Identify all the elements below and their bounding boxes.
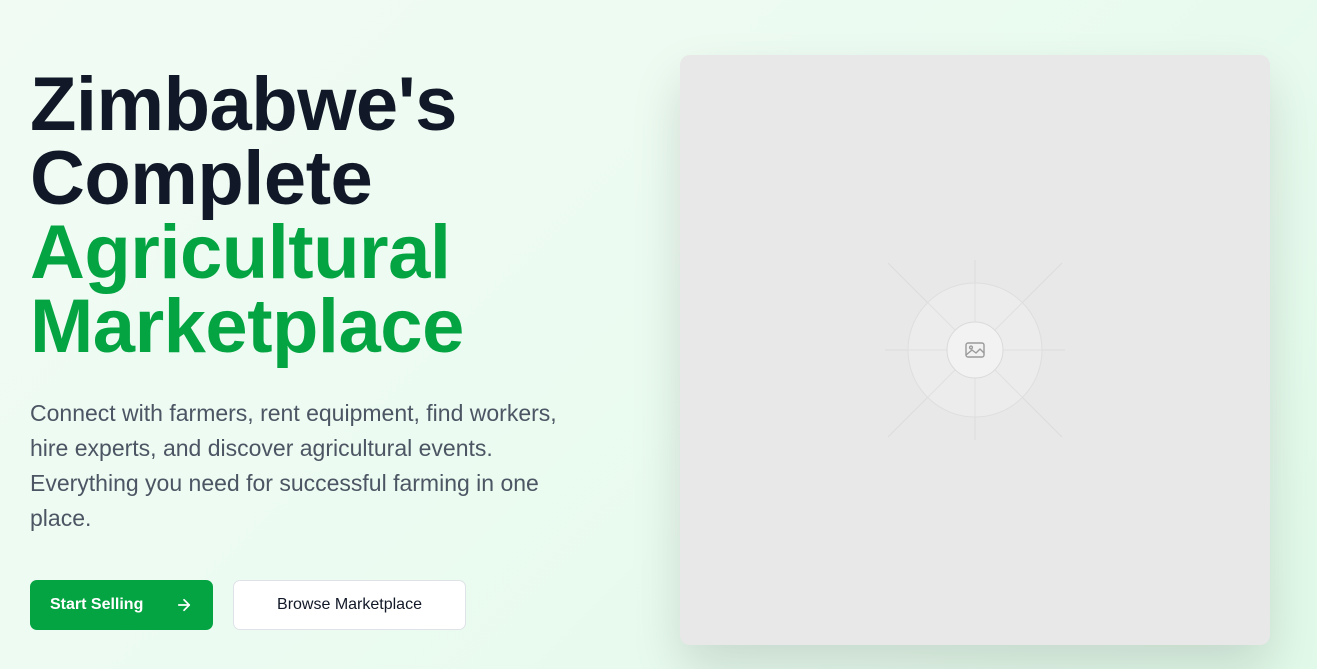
hero-image-placeholder — [680, 55, 1270, 645]
hero-content: Zimbabwe's Complete Agricultural Marketp… — [30, 62, 630, 536]
headline-highlight-line-1: Agricultural — [30, 210, 451, 295]
hero-actions: Start Selling Browse Marketplace — [30, 580, 466, 630]
start-selling-label: Start Selling — [50, 596, 144, 613]
image-placeholder-graphic — [885, 260, 1065, 440]
arrow-right-icon — [175, 596, 193, 614]
headline-line-1: Zimbabwe's — [30, 62, 457, 147]
headline-highlight-line-2: Marketplace — [30, 284, 464, 369]
hero-subtitle: Connect with farmers, rent equipment, fi… — [30, 400, 557, 531]
start-selling-button[interactable]: Start Selling — [30, 580, 213, 630]
browse-marketplace-label: Browse Marketplace — [277, 596, 422, 613]
browse-marketplace-button[interactable]: Browse Marketplace — [233, 580, 466, 630]
headline-line-2: Complete — [30, 136, 373, 221]
hero-headline: Zimbabwe's Complete Agricultural Marketp… — [30, 62, 630, 369]
